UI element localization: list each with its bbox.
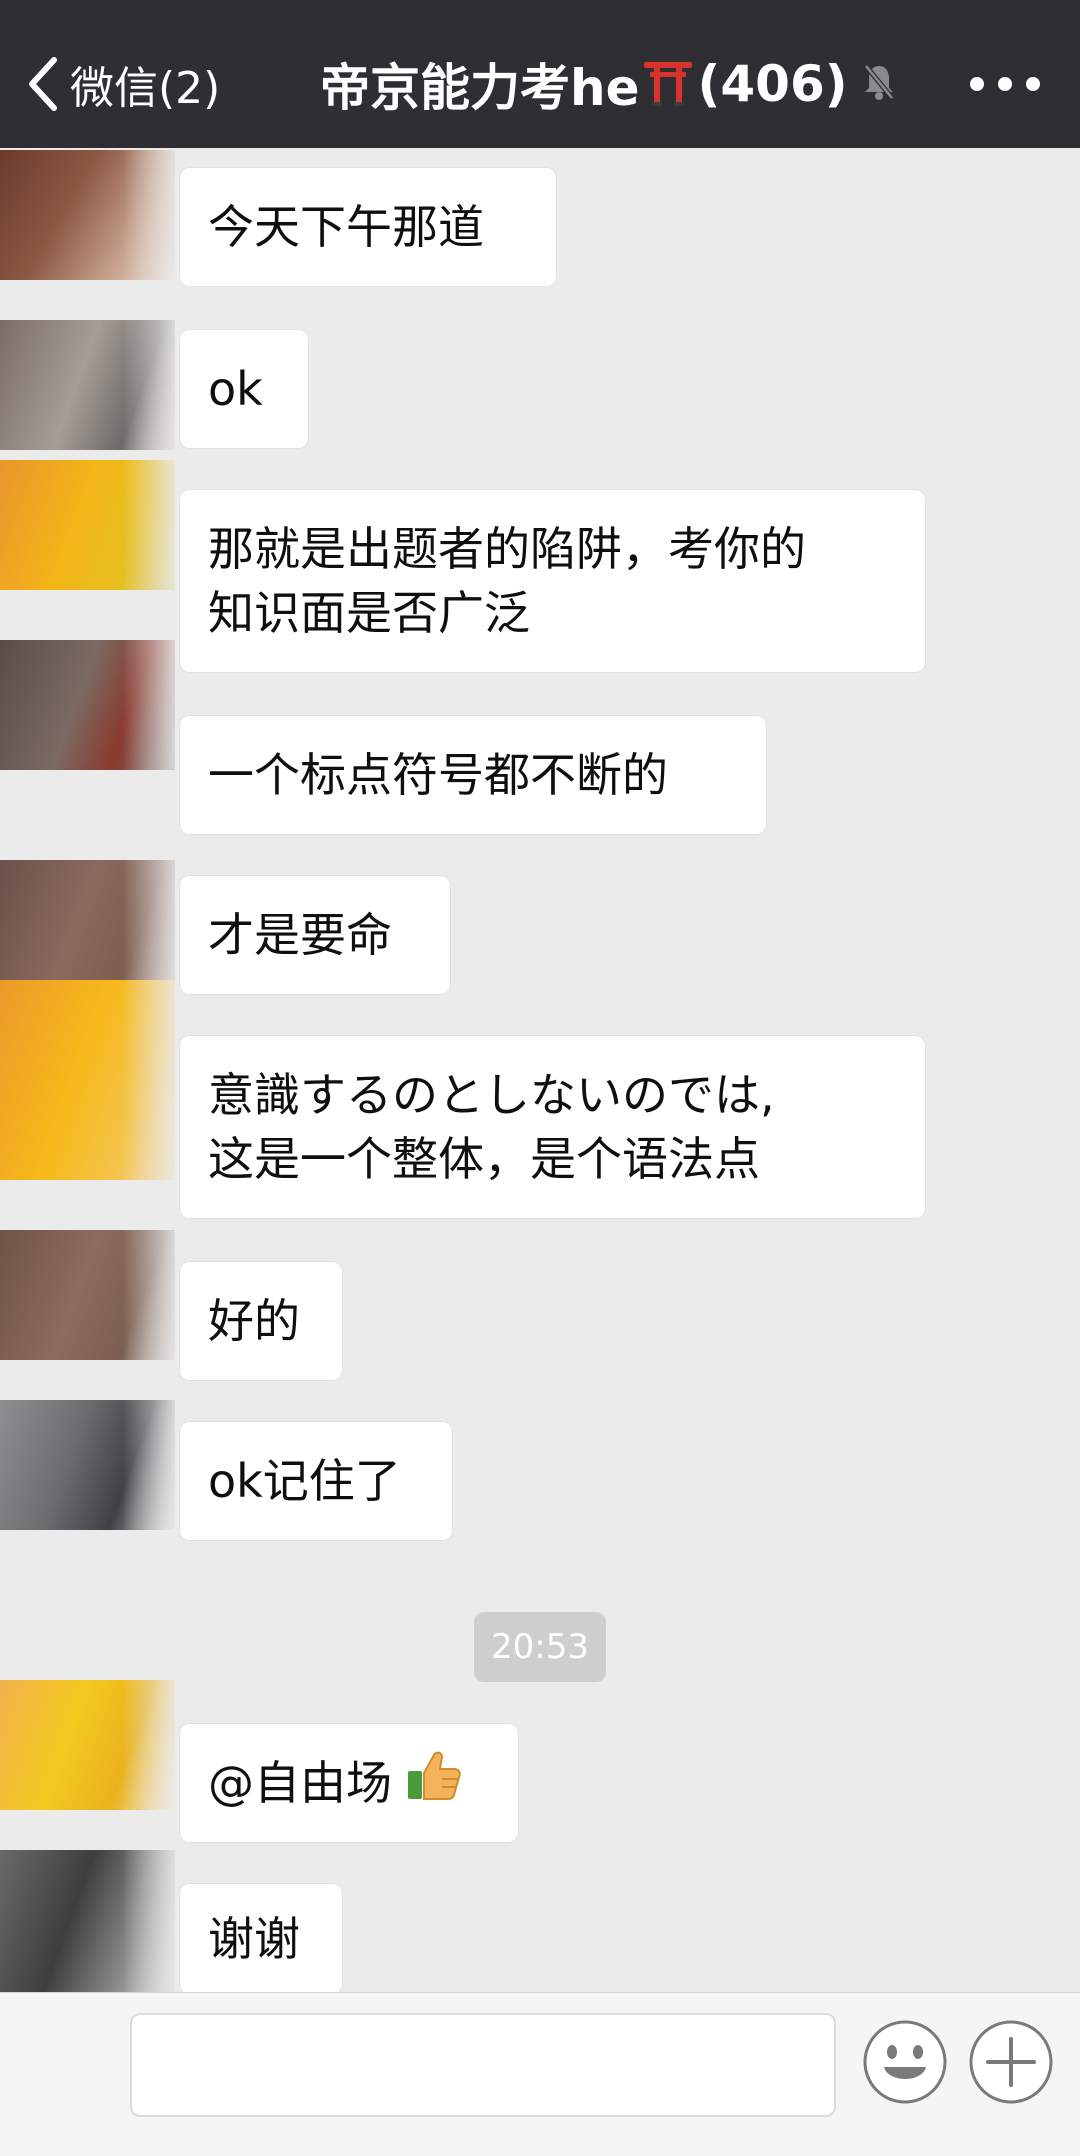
message-bubble[interactable]: 好的 (180, 1262, 342, 1380)
message-text: 好的 (208, 1294, 300, 1348)
message-text: ok记住了 (208, 1454, 401, 1508)
message-text-line: 这是一个整体，是个语法点 (208, 1132, 760, 1186)
more-dots-icon (970, 77, 984, 91)
avatar[interactable] (0, 980, 175, 1180)
message-text: ok (208, 362, 263, 416)
message-bubble[interactable]: 才是要命 (180, 876, 450, 994)
message-text: 才是要命 (208, 908, 392, 962)
message-bubble[interactable]: ok记住了 (180, 1422, 452, 1540)
chat-title: 帝京能力考he (320, 59, 640, 117)
message-text-line: 那就是出题者的陷阱，考你的 (208, 522, 806, 576)
avatar[interactable] (0, 640, 175, 770)
chevron-left-icon (24, 54, 60, 114)
avatar[interactable] (0, 1400, 175, 1530)
emoji-icon (862, 2020, 948, 2109)
plus-icon (968, 2020, 1054, 2109)
avatar[interactable] (0, 1680, 175, 1810)
message-bubble[interactable]: 那就是出题者的陷阱，考你的 知识面是否广泛 (180, 490, 925, 672)
back-button[interactable]: 微信(2) (24, 50, 220, 118)
emoji-button[interactable] (862, 2019, 948, 2105)
message-text: @自由场 (208, 1756, 392, 1810)
message-bubble[interactable]: 一个标点符号都不断的 (180, 716, 766, 834)
message-text: 一个标点符号都不断的 (208, 748, 668, 802)
avatar[interactable] (0, 460, 175, 590)
chat-header: 微信(2) 帝京能力考he (406) (0, 0, 1080, 148)
more-button[interactable] (970, 66, 1040, 102)
message-text: 今天下午那道 (208, 200, 484, 254)
message-bubble[interactable]: 今天下午那道 (180, 168, 556, 286)
thumbs-up-icon (406, 1749, 462, 1817)
input-bar (0, 1992, 1080, 2156)
message-text-line: 意識するのとしないのでは, (208, 1068, 775, 1122)
chat-title-wrap: 帝京能力考he (406) (320, 50, 896, 118)
message-text-line: 知识面是否广泛 (208, 586, 530, 640)
message-bubble[interactable]: 谢谢 (180, 1884, 342, 1994)
back-label: 微信(2) (70, 63, 221, 114)
avatar[interactable] (0, 150, 175, 280)
avatar[interactable] (0, 320, 175, 450)
message-input[interactable] (130, 2013, 836, 2117)
message-bubble[interactable]: @自由场 (180, 1724, 518, 1842)
timestamp: 20:53 (474, 1612, 606, 1682)
avatar[interactable] (0, 1230, 175, 1360)
avatar[interactable] (0, 860, 175, 990)
torii-gate-icon (642, 56, 694, 112)
bell-off-icon (862, 62, 896, 106)
member-count: (406) (697, 55, 848, 113)
message-bubble[interactable]: ok (180, 330, 308, 448)
message-bubble[interactable]: 意識するのとしないのでは, 这是一个整体，是个语法点 (180, 1036, 925, 1218)
message-text: 谢谢 (208, 1912, 300, 1966)
plus-button[interactable] (968, 2019, 1054, 2105)
